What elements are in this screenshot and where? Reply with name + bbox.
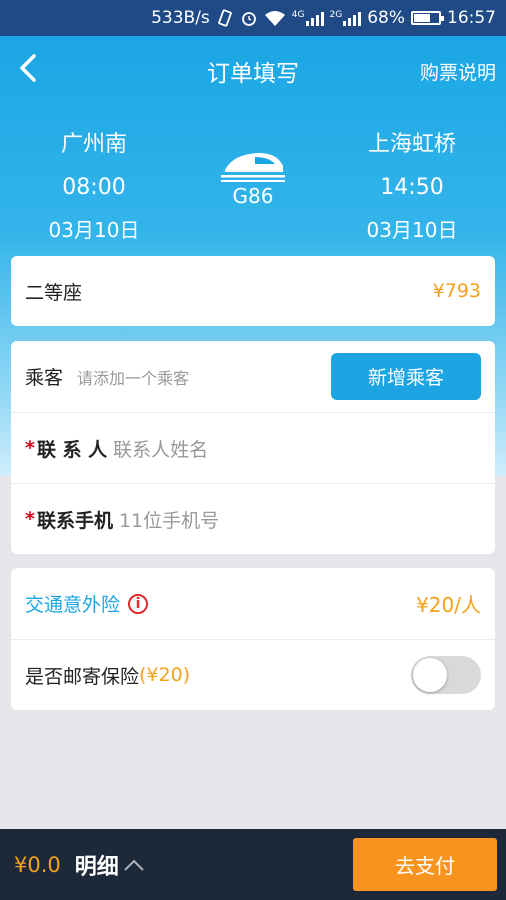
phone-label: 联系手机 bbox=[36, 509, 113, 532]
arrival-time: 14:50 bbox=[380, 175, 444, 200]
info-icon[interactable]: i bbox=[128, 593, 149, 614]
add-passenger-button[interactable]: 新增乘客 bbox=[331, 353, 481, 400]
pay-button[interactable]: 去支付 bbox=[353, 838, 497, 891]
mail-insurance-label: 是否邮寄保险 bbox=[25, 665, 140, 688]
seat-price: ¥793 bbox=[432, 280, 481, 302]
bottom-bar: ¥0.0 明细 去支付 bbox=[0, 829, 506, 900]
battery-percent: 68% bbox=[367, 8, 405, 28]
insurance-price: ¥20/人 bbox=[416, 593, 481, 617]
insurance-label: 交通意外险 bbox=[25, 594, 121, 616]
seat-card: 二等座 ¥793 bbox=[11, 256, 495, 326]
signal-4g: 4G bbox=[292, 10, 324, 26]
departure-station: 广州南 bbox=[60, 132, 127, 157]
detail-button[interactable]: 明细 bbox=[75, 849, 119, 881]
contact-name-row[interactable]: * 联 系 人 联系人姓名 bbox=[11, 412, 495, 483]
contact-label: 联 系 人 bbox=[36, 438, 108, 461]
total-price: ¥0.0 bbox=[14, 852, 61, 877]
mail-insurance-row: 是否邮寄保险 (¥20) bbox=[11, 639, 495, 710]
ticket-instructions-link[interactable]: 购票说明 bbox=[420, 58, 496, 85]
insurance-row[interactable]: 交通意外险 i ¥20/人 bbox=[11, 568, 495, 639]
seat-row[interactable]: 二等座 ¥793 bbox=[11, 256, 495, 326]
chevron-up-icon[interactable] bbox=[123, 858, 145, 872]
wifi-icon bbox=[264, 11, 285, 26]
insurance-card: 交通意外险 i ¥20/人 是否邮寄保险 (¥20) bbox=[11, 568, 495, 710]
passenger-row: 乘客 请添加一个乘客 新增乘客 bbox=[11, 341, 495, 412]
phone-input[interactable]: 11位手机号 bbox=[119, 506, 219, 533]
nav-bar: 订单填写 购票说明 bbox=[0, 36, 506, 102]
signal-bars-icon bbox=[343, 10, 362, 26]
required-mark: * bbox=[25, 437, 35, 459]
departure-time: 08:00 bbox=[62, 175, 126, 200]
passenger-card: 乘客 请添加一个乘客 新增乘客 * 联 系 人 联系人姓名 * 联系手机 11位… bbox=[11, 341, 495, 554]
arrival-info: 上海虹桥 14:50 03月10日 bbox=[332, 126, 492, 243]
vibrate-icon bbox=[218, 9, 232, 27]
train-icon bbox=[221, 153, 285, 182]
train-number: G86 bbox=[232, 184, 274, 208]
status-bar: 533B/s 4G 2G 68% 16:57 bbox=[0, 0, 506, 36]
mail-insurance-toggle[interactable] bbox=[411, 656, 481, 694]
arrival-date: 03月10日 bbox=[366, 218, 458, 242]
toggle-knob bbox=[413, 658, 447, 692]
clock: 16:57 bbox=[447, 8, 496, 28]
departure-date: 03月10日 bbox=[48, 218, 140, 242]
required-mark: * bbox=[25, 508, 35, 530]
alarm-icon bbox=[241, 12, 256, 26]
battery-icon bbox=[411, 11, 444, 25]
signal-2g: 2G bbox=[330, 10, 362, 26]
mail-insurance-price: (¥20) bbox=[139, 664, 191, 686]
passenger-label: 乘客 bbox=[25, 367, 64, 389]
passenger-hint: 请添加一个乘客 bbox=[77, 368, 190, 388]
network-speed: 533B/s bbox=[151, 8, 210, 28]
battery-level bbox=[414, 14, 430, 22]
contact-name-input[interactable]: 联系人姓名 bbox=[113, 435, 208, 462]
signal-bars-icon bbox=[305, 10, 324, 26]
departure-info: 广州南 08:00 03月10日 bbox=[14, 126, 174, 243]
arrival-station: 上海虹桥 bbox=[367, 132, 456, 157]
contact-phone-row[interactable]: * 联系手机 11位手机号 bbox=[11, 483, 495, 554]
seat-type: 二等座 bbox=[25, 281, 83, 304]
